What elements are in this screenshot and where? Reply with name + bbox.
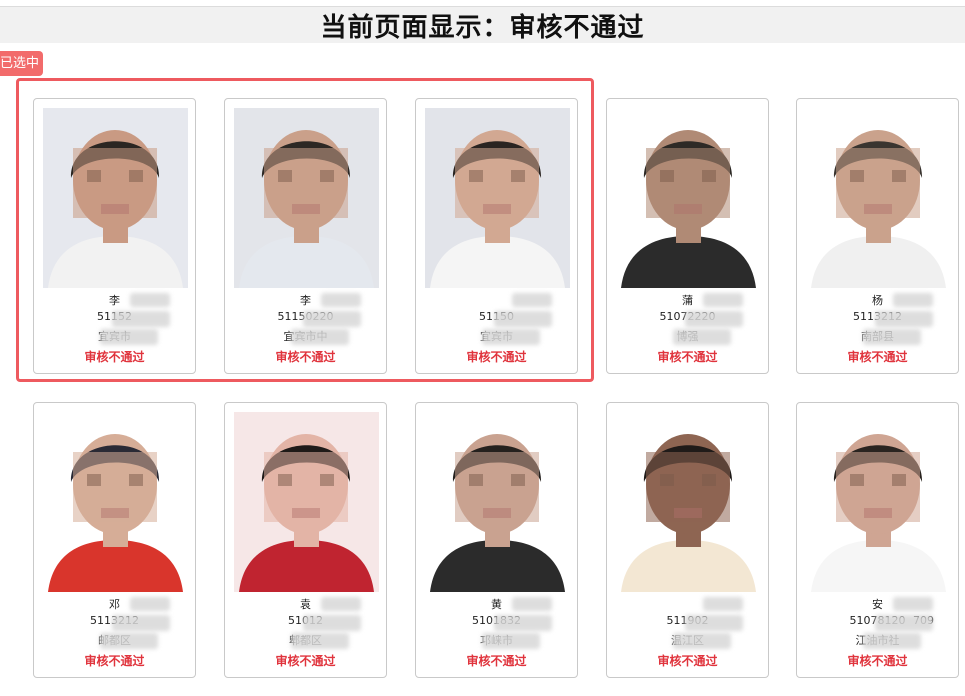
student-card[interactable]: 蒲51072220博强审核不通过 <box>606 98 769 374</box>
student-name: 袁 <box>300 598 311 611</box>
student-photo <box>234 108 379 288</box>
portrait-image <box>425 412 570 592</box>
student-photo <box>425 412 570 592</box>
redaction-blur <box>303 615 361 631</box>
redaction-blur <box>321 293 361 307</box>
redaction-blur <box>291 329 349 345</box>
student-card[interactable]: 511902温江区审核不通过 <box>606 402 769 678</box>
redaction-blur <box>685 311 743 327</box>
student-photo <box>806 108 951 288</box>
portrait-image <box>234 108 379 288</box>
redaction-blur <box>893 293 933 307</box>
review-status: 审核不通过 <box>84 350 145 364</box>
student-name: 蒲 <box>682 294 693 307</box>
review-status: 审核不通过 <box>275 350 336 364</box>
portrait-image <box>806 412 951 592</box>
redaction-blur <box>875 615 933 631</box>
review-status: 审核不通过 <box>847 350 908 364</box>
redaction-blur <box>673 329 731 345</box>
redaction-blur <box>482 633 540 649</box>
redaction-blur <box>863 329 921 345</box>
review-status: 审核不通过 <box>84 654 145 668</box>
review-status: 审核不通过 <box>466 654 527 668</box>
student-card[interactable]: 李51152宜宾市审核不通过 <box>33 98 196 374</box>
redaction-blur <box>321 597 361 611</box>
student-card[interactable]: 51150宜宾市审核不通过 <box>415 98 578 374</box>
review-status: 审核不通过 <box>275 654 336 668</box>
student-name: 黄 <box>491 598 502 611</box>
student-name: 李 <box>109 294 120 307</box>
student-photo <box>43 108 188 288</box>
redaction-blur <box>673 633 731 649</box>
redaction-blur <box>100 329 158 345</box>
selected-tag: 已选中 <box>0 51 43 76</box>
redaction-blur <box>130 293 170 307</box>
redaction-blur <box>875 311 933 327</box>
student-card[interactable]: 邓5113212邮都区审核不通过 <box>33 402 196 678</box>
student-name: 李 <box>300 294 311 307</box>
student-photo <box>616 412 761 592</box>
portrait-image <box>43 412 188 592</box>
review-status: 审核不通过 <box>657 350 718 364</box>
review-status: 审核不通过 <box>847 654 908 668</box>
redaction-blur <box>703 597 743 611</box>
redaction-blur <box>291 633 349 649</box>
redaction-blur <box>893 597 933 611</box>
portrait-image <box>616 412 761 592</box>
student-card[interactable]: 袁51012郫都区审核不通过 <box>224 402 387 678</box>
student-photo <box>43 412 188 592</box>
portrait-image <box>425 108 570 288</box>
redaction-blur <box>494 311 552 327</box>
student-name: 杨 <box>872 294 883 307</box>
redaction-blur <box>112 311 170 327</box>
redaction-blur <box>100 633 158 649</box>
portrait-image <box>806 108 951 288</box>
review-status: 审核不通过 <box>657 654 718 668</box>
student-photo <box>806 412 951 592</box>
portrait-image <box>43 108 188 288</box>
redaction-blur <box>482 329 540 345</box>
redaction-blur <box>112 615 170 631</box>
redaction-blur <box>703 293 743 307</box>
student-name: 安 <box>872 598 883 611</box>
redaction-blur <box>130 597 170 611</box>
portrait-image <box>234 412 379 592</box>
page-header: 当前页面显示：审核不通过 <box>0 6 965 43</box>
redaction-blur <box>494 615 552 631</box>
student-photo <box>425 108 570 288</box>
redaction-blur <box>303 311 361 327</box>
student-photo <box>234 412 379 592</box>
portrait-image <box>616 108 761 288</box>
student-name: 邓 <box>109 598 120 611</box>
student-card[interactable]: 安51078120江油市社审核不通过709 <box>796 402 959 678</box>
review-status: 审核不通过 <box>466 350 527 364</box>
redaction-blur <box>685 615 743 631</box>
student-card[interactable]: 李51150220宜宾市中审核不通过 <box>224 98 387 374</box>
student-photo <box>616 108 761 288</box>
student-card[interactable]: 黄5101832邛崃市审核不通过 <box>415 402 578 678</box>
page-title: 当前页面显示：审核不通过 <box>320 12 645 43</box>
redaction-blur <box>512 597 552 611</box>
redaction-blur <box>512 293 552 307</box>
student-card[interactable]: 杨5113212南部县审核不通过 <box>796 98 959 374</box>
redaction-blur <box>863 633 921 649</box>
